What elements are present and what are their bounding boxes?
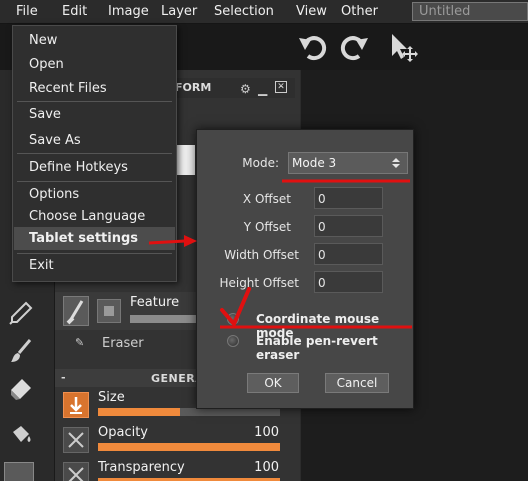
menu-separator [17,181,172,182]
redo-icon[interactable] [337,30,371,64]
feature-slider[interactable] [130,315,200,323]
slider-label: Size [98,390,125,405]
fill-bucket-icon[interactable] [8,422,34,448]
menu-item-new[interactable]: New [29,33,57,48]
menu-item-choose-language[interactable]: Choose Language [29,209,145,224]
slider-value: 100 [254,460,279,475]
transparency-slider-row[interactable]: Transparency 100 [63,460,291,481]
eyedropper-icon[interactable] [8,300,34,326]
slider-label: Opacity [98,425,149,440]
undo-icon[interactable] [296,30,330,64]
menu-edit[interactable]: Edit [62,4,87,19]
menu-layer[interactable]: Layer [161,4,197,19]
y-offset-label: Y Offset [243,220,291,234]
slider-value: 100 [254,425,279,440]
eraser-icon[interactable] [8,376,34,402]
slider-fill [98,408,180,416]
cancel-button[interactable]: Cancel [325,373,389,393]
document-title-field[interactable]: Untitled [412,2,528,21]
file-menu: New Open Recent Files Save Save As Defin… [12,25,177,282]
coordinate-mouse-mode-radio[interactable] [227,313,239,325]
menu-item-define-hotkeys[interactable]: Define Hotkeys [29,160,128,175]
opacity-lock-icon[interactable] [63,427,89,453]
menu-item-options[interactable]: Options [29,187,79,202]
feature-toggle[interactable] [97,299,121,323]
menu-file[interactable]: File [16,4,38,19]
menu-image[interactable]: Image [108,4,149,19]
menu-separator [17,253,172,254]
menu-item-exit[interactable]: Exit [29,258,54,273]
pen-revert-eraser-radio[interactable] [227,335,239,347]
menu-item-open[interactable]: Open [29,57,64,72]
mode-select[interactable]: Mode 3 [288,152,408,174]
panel-header-title: FORM [175,81,212,94]
width-offset-label: Width Offset [224,248,299,262]
menu-separator [17,153,172,154]
height-offset-input[interactable]: 0 [314,271,383,293]
size-arrow-icon[interactable] [63,392,89,418]
ok-button[interactable]: OK [247,373,299,393]
tablet-settings-dialog: Mode: Mode 3 X Offset 0 Y Offset 0 Width… [196,129,414,409]
y-offset-input[interactable]: 0 [314,215,383,237]
slider-fill [98,443,280,451]
menu-item-save[interactable]: Save [29,107,61,122]
move-icon[interactable] [386,30,420,64]
updown-arrows-icon [392,158,400,168]
brush-icon[interactable] [8,338,34,364]
menu-view[interactable]: View [296,4,327,19]
height-offset-label: Height Offset [219,276,299,290]
slider-track[interactable] [98,408,280,416]
menu-item-save-as[interactable]: Save As [29,133,81,148]
x-offset-input[interactable]: 0 [314,187,383,209]
mode-label: Mode: [242,156,279,170]
close-icon[interactable]: ✕ [275,81,287,93]
menu-selection[interactable]: Selection [214,4,274,19]
x-offset-label: X Offset [242,192,291,206]
menu-item-recent-files[interactable]: Recent Files [29,81,107,96]
transparency-lock-icon[interactable] [63,462,89,481]
menu-other[interactable]: Other [341,4,378,19]
color-swatch[interactable] [4,462,34,481]
slider-track[interactable] [98,443,280,451]
mode-value: Mode 3 [292,156,337,170]
eraser-label: Eraser [102,336,144,351]
width-offset-input[interactable]: 0 [314,243,383,265]
opacity-slider-row[interactable]: Opacity 100 [63,425,291,455]
pen-revert-eraser-label[interactable]: Enable pen-revert eraser [256,334,413,362]
slider-label: Transparency [98,460,185,475]
feature-label: Feature [130,295,180,310]
eraser-small-icon: ✎ [75,336,85,349]
menu-separator [17,101,172,102]
menu-item-tablet-settings[interactable]: Tablet settings [29,231,138,246]
menu-bar: File Edit Image Layer Selection View Oth… [0,0,528,24]
brush-feature-icon[interactable] [63,296,89,326]
gear-icon[interactable]: ⚙ [240,82,251,96]
minimize-icon[interactable]: ▁ [258,82,267,96]
